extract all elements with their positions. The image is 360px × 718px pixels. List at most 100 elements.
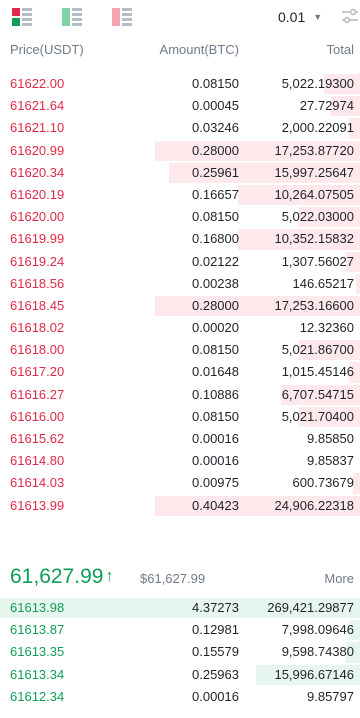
- price-column-header: Price(USDT): [10, 42, 84, 57]
- order-total: 5,022.03000: [281, 209, 354, 225]
- ask-row[interactable]: 61618.00 0.08150 5,021.86700: [0, 339, 360, 361]
- last-price: 61,627.99 ↑: [10, 565, 113, 589]
- ask-row[interactable]: 61615.62 0.00016 9.85850: [0, 428, 360, 450]
- ask-row[interactable]: 61620.00 0.08150 5,022.03000: [0, 206, 360, 228]
- precision-value: 0.01: [278, 9, 306, 25]
- order-book-both-button[interactable]: [12, 8, 32, 26]
- order-amount: 0.15579: [192, 644, 239, 660]
- order-book-asks-icon: [112, 8, 120, 26]
- ask-row[interactable]: 61614.80 0.00016 9.85837: [0, 450, 360, 472]
- order-amount: 0.00016: [192, 453, 239, 469]
- order-price: 61620.99: [10, 142, 65, 158]
- bid-row[interactable]: 61613.87 0.12981 7,998.09646: [0, 619, 360, 641]
- last-price-bar: 61,627.99 ↑ $61,627.99 More: [0, 563, 360, 597]
- order-total: 17,253.87720: [274, 142, 354, 158]
- order-book-both-icon: [12, 8, 20, 26]
- order-price: 61613.34: [10, 666, 65, 682]
- ask-row[interactable]: 61614.03 0.00975 600.73679: [0, 472, 360, 494]
- order-amount: 0.16800: [192, 231, 239, 247]
- order-total: 6,707.54715: [281, 386, 354, 402]
- order-book-asks-button[interactable]: [112, 8, 132, 26]
- order-price: 61620.00: [10, 209, 65, 225]
- ask-row[interactable]: 61618.45 0.28000 17,253.16600: [0, 295, 360, 317]
- order-total: 1,015.45146: [281, 364, 354, 380]
- order-price: 61618.02: [10, 320, 65, 336]
- order-price: 61616.27: [10, 386, 65, 402]
- order-amount: 0.25963: [192, 666, 239, 682]
- bid-row[interactable]: 61613.35 0.15579 9,598.74380: [0, 641, 360, 663]
- order-book-header: Price(USDT) Amount(BTC) Total: [0, 42, 360, 62]
- order-total: 9,598.74380: [281, 644, 354, 660]
- ask-row[interactable]: 61620.34 0.25961 15,997.25647: [0, 162, 360, 184]
- settings-sliders-icon[interactable]: [340, 6, 360, 26]
- ask-row[interactable]: 61617.20 0.01648 1,015.45146: [0, 361, 360, 383]
- order-price: 61612.34: [10, 688, 65, 704]
- last-price-value: 61,627.99: [10, 565, 104, 588]
- order-price: 61613.87: [10, 622, 65, 638]
- precision-select[interactable]: 0.01 ▼: [278, 8, 322, 26]
- order-total: 9.85797: [307, 688, 354, 704]
- order-book-bids-button[interactable]: [62, 8, 82, 26]
- ask-row[interactable]: 61618.02 0.00020 12.32360: [0, 317, 360, 339]
- order-amount: 0.00975: [192, 475, 239, 491]
- order-amount: 0.01648: [192, 364, 239, 380]
- ask-row[interactable]: 61616.27 0.10886 6,707.54715: [0, 384, 360, 406]
- total-column-header: Total: [326, 42, 354, 57]
- order-price: 61614.03: [10, 475, 65, 491]
- order-amount: 0.08150: [192, 76, 239, 91]
- order-total: 269,421.29877: [267, 600, 354, 615]
- ask-orders-list: 61622.00 0.08150 5,022.19300 61621.64 0.0004…: [0, 73, 360, 517]
- order-amount: 4.37273: [192, 600, 239, 615]
- bid-row[interactable]: 61612.34 0.00016 9.85797: [0, 686, 360, 708]
- order-price: 61621.64: [10, 98, 65, 114]
- more-link[interactable]: More: [324, 571, 354, 586]
- order-price: 61614.80: [10, 453, 65, 469]
- ask-row[interactable]: 61621.64 0.00045 27.72974: [0, 95, 360, 117]
- order-book-bids-icon: [62, 8, 70, 26]
- arrow-up-icon: ↑: [105, 568, 114, 585]
- order-amount: 0.08150: [192, 408, 239, 424]
- order-total: 9.85850: [307, 431, 354, 446]
- ask-row[interactable]: 61613.99 0.40423 24,906.22318: [0, 495, 360, 517]
- order-amount: 0.40423: [192, 497, 239, 513]
- ask-row[interactable]: 61619.99 0.16800 10,352.15832: [0, 228, 360, 250]
- ask-row[interactable]: 61622.00 0.08150 5,022.19300: [0, 73, 360, 95]
- order-total: 15,997.25647: [274, 164, 354, 180]
- order-amount: 0.00020: [192, 320, 239, 336]
- order-amount: 0.00016: [192, 688, 239, 704]
- order-total: 146.65217: [292, 275, 354, 291]
- order-total: 7,998.09646: [281, 622, 354, 638]
- mark-price: $61,627.99: [140, 571, 206, 586]
- ask-row[interactable]: 61619.24 0.02122 1,307.56027: [0, 251, 360, 273]
- amount-column-header: Amount(BTC): [159, 42, 239, 57]
- order-price: 61618.45: [10, 297, 65, 313]
- order-total: 1,307.56027: [281, 253, 354, 269]
- bid-row[interactable]: 61613.34 0.25963 15,996.67146: [0, 664, 360, 686]
- order-price: 61613.35: [10, 644, 65, 660]
- bid-orders-list: 61613.98 4.37273 269,421.29877 61613.87 0.12…: [0, 597, 360, 708]
- order-total: 10,264.07505: [274, 186, 354, 202]
- bid-row[interactable]: 61613.98 4.37273 269,421.29877: [0, 597, 360, 619]
- order-price: 61621.10: [10, 120, 65, 136]
- ask-row[interactable]: 61621.10 0.03246 2,000.22091: [0, 117, 360, 139]
- order-amount: 0.02122: [192, 253, 239, 269]
- ask-row[interactable]: 61618.56 0.00238 146.65217: [0, 273, 360, 295]
- order-total: 2,000.22091: [281, 120, 354, 136]
- ask-row[interactable]: 61616.00 0.08150 5,021.70400: [0, 406, 360, 428]
- order-price: 61616.00: [10, 408, 65, 424]
- order-amount: 0.25961: [192, 164, 239, 180]
- order-price: 61622.00: [10, 76, 65, 91]
- order-book-toolbar: 0.01 ▼: [0, 0, 360, 36]
- ask-row[interactable]: 61620.99 0.28000 17,253.87720: [0, 140, 360, 162]
- order-price: 61620.34: [10, 164, 65, 180]
- order-amount: 0.08150: [192, 342, 239, 358]
- order-price: 61613.98: [10, 600, 65, 615]
- chevron-down-icon: ▼: [313, 12, 323, 22]
- order-amount: 0.00238: [192, 275, 239, 291]
- order-total: 9.85837: [307, 453, 354, 469]
- order-amount: 0.00016: [192, 431, 239, 446]
- order-amount: 0.16657: [192, 186, 239, 202]
- ask-row[interactable]: 61620.19 0.16657 10,264.07505: [0, 184, 360, 206]
- order-total: 600.73679: [292, 475, 354, 491]
- order-price: 61615.62: [10, 431, 65, 446]
